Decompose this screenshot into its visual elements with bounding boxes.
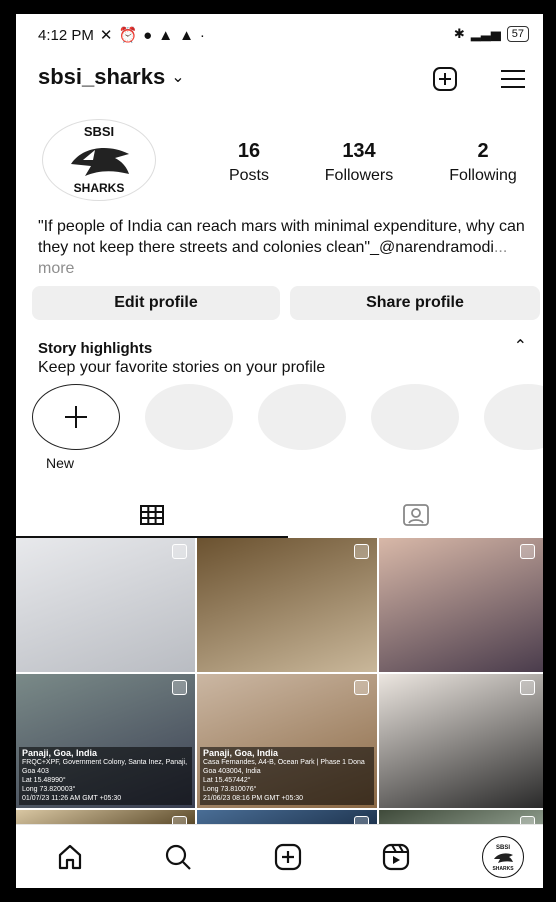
multiple-photos-icon <box>520 544 535 559</box>
instagram-profile-screen: 4:12 PM ✕ ⏰ ● ▲ ▲ · ✱ ▂▃▅ 57 sbsi_sharks… <box>16 14 543 888</box>
gps-detail-line: 21/06/23 08:16 PM GMT +05:30 <box>203 795 304 802</box>
grid-icon <box>140 505 164 525</box>
gps-location-title: Panaji, Goa, India <box>22 748 98 758</box>
no-mute-icon: ✕ <box>99 27 113 44</box>
post-group-photo[interactable]: Panaji, Goa, India FRQC+XPF, Government C… <box>16 674 195 808</box>
bottom-navigation: SBSI SHARKS <box>16 824 543 888</box>
menu-icon <box>501 70 525 88</box>
stat-following-count: 2 <box>477 140 489 162</box>
profile-bio: "If people of India can reach mars with … <box>38 216 528 279</box>
add-post-button[interactable] <box>430 64 460 94</box>
tab-tagged[interactable] <box>288 492 543 538</box>
logo-bottom-text: SHARKS <box>74 181 125 195</box>
shark-logo: SBSI SHARKS <box>71 124 129 195</box>
svg-text:SBSI: SBSI <box>496 845 510 851</box>
stat-posts-label: Posts <box>228 167 269 184</box>
stat-followers-label: Followers <box>324 167 394 184</box>
gps-detail-line: Lat 15.457442° <box>203 777 251 784</box>
stat-posts[interactable]: 16 Posts <box>212 140 286 185</box>
alarm-icon: ⏰ <box>118 27 138 44</box>
post-row3-c[interactable] <box>379 810 543 824</box>
post-jute-bag[interactable]: Panaji, Goa, India Casa Fernandes, A4-B, … <box>197 674 377 808</box>
multiple-photos-icon <box>172 544 187 559</box>
profile-username: sbsi_sharks <box>38 64 166 89</box>
post-row3-a[interactable] <box>16 810 195 824</box>
svg-text:SHARKS: SHARKS <box>492 866 514 872</box>
create-icon <box>274 843 302 871</box>
profile-avatar[interactable]: SBSI SHARKS <box>42 119 156 201</box>
story-highlights-title: Story highlights <box>38 340 153 357</box>
gps-stamp: Panaji, Goa, India FRQC+XPF, Government C… <box>19 747 192 805</box>
tab-posts-grid[interactable] <box>16 492 288 538</box>
reels-icon <box>382 843 410 871</box>
multiple-photos-icon <box>520 816 535 824</box>
chevron-down-icon: ⌄ <box>171 69 185 86</box>
chat-bubble-icon: ● <box>143 26 153 44</box>
dot-icon: · <box>199 26 205 44</box>
story-highlights-subtitle: Keep your favorite stories on your profi… <box>38 359 326 376</box>
post-notebook[interactable] <box>16 538 195 672</box>
post-row3-b[interactable] <box>197 810 377 824</box>
status-bar-left: 4:12 PM ✕ ⏰ ● ▲ ▲ · <box>38 26 205 45</box>
home-icon <box>58 844 82 870</box>
nav-search[interactable] <box>160 839 196 875</box>
menu-button[interactable] <box>498 64 528 94</box>
status-time: 4:12 PM <box>38 26 94 44</box>
battery-icon: 57 <box>506 26 529 42</box>
bell-icon: ▲ <box>158 26 174 44</box>
highlight-placeholder <box>145 384 233 450</box>
stat-posts-count: 16 <box>237 140 261 162</box>
gps-detail-line: 01/07/23 11:26 AM GMT +05:30 <box>22 795 122 802</box>
search-icon <box>165 844 191 870</box>
bluetooth-icon: ✱ <box>453 26 465 41</box>
plus-icon <box>65 406 87 428</box>
logo-top-text: SBSI <box>84 124 114 139</box>
edit-profile-button[interactable]: Edit profile <box>32 286 280 320</box>
username-switcher[interactable]: sbsi_sharks ⌄ <box>38 64 185 90</box>
add-post-icon <box>433 67 457 91</box>
signal-icon: ▂▃▅ <box>470 26 501 41</box>
post-black-dustbin[interactable] <box>379 674 543 808</box>
nav-profile[interactable]: SBSI SHARKS <box>482 836 524 878</box>
gps-detail-line: FRQC+XPF, Government Colony, Santa Inez,… <box>22 759 188 775</box>
nav-create[interactable] <box>270 839 306 875</box>
nav-reels[interactable] <box>378 839 414 875</box>
gps-detail-line: Long 73.820003° <box>22 786 76 793</box>
bell-icon: ▲ <box>179 26 194 44</box>
gps-detail-line: Lat 15.48990° <box>22 777 66 784</box>
bio-text: "If people of India can reach mars with … <box>38 218 525 256</box>
multiple-photos-icon <box>172 680 187 695</box>
profile-avatar-icon: SBSI SHARKS <box>492 845 514 872</box>
new-highlight-label: New <box>46 455 75 471</box>
multiple-photos-icon <box>172 816 187 824</box>
multiple-photos-icon <box>354 680 369 695</box>
gps-detail-line: Casa Fernandes, A4-B, Ocean Park | Phase… <box>203 759 365 766</box>
highlight-placeholder <box>371 384 459 450</box>
gps-detail-line: Goa 403004, India <box>203 768 261 775</box>
post-mushrooms[interactable] <box>197 538 377 672</box>
stat-following-label: Following <box>449 167 517 184</box>
chevron-up-icon[interactable]: ⌃ <box>514 336 527 356</box>
highlight-placeholder <box>484 384 543 450</box>
multiple-photos-icon <box>354 544 369 559</box>
multiple-photos-icon <box>520 680 535 695</box>
gps-stamp: Panaji, Goa, India Casa Fernandes, A4-B, … <box>200 747 374 805</box>
post-child-playing[interactable] <box>379 538 543 672</box>
gps-detail-line: Long 73.810076° <box>203 786 257 793</box>
stat-following[interactable]: 2 Following <box>436 140 530 185</box>
gps-location-title: Panaji, Goa, India <box>203 748 279 758</box>
highlight-placeholder <box>258 384 346 450</box>
tagged-icon <box>402 504 429 526</box>
new-highlight-button[interactable] <box>32 384 120 450</box>
share-profile-button[interactable]: Share profile <box>290 286 540 320</box>
status-bar-right: ✱ ▂▃▅ 57 <box>454 26 529 42</box>
multiple-photos-icon <box>354 816 369 824</box>
nav-home[interactable] <box>52 839 88 875</box>
stat-followers[interactable]: 134 Followers <box>312 140 406 185</box>
stat-followers-count: 134 <box>342 140 376 162</box>
